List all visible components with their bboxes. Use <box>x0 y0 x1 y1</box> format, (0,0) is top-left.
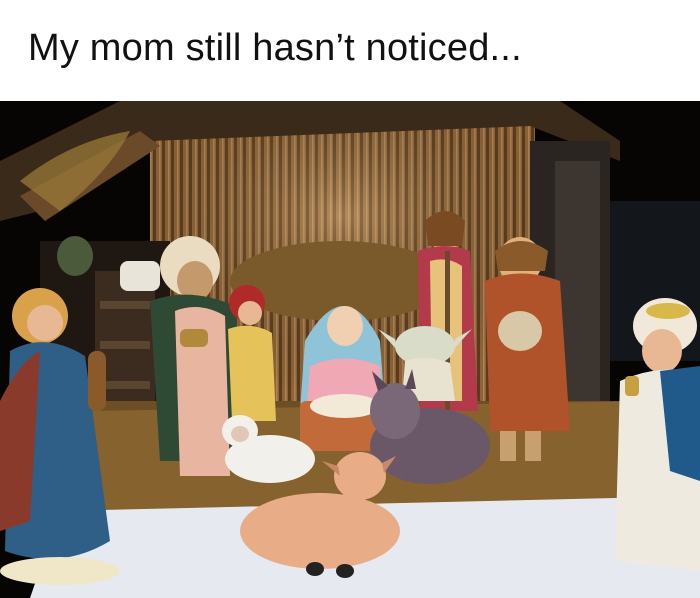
meme-caption: My mom still hasn’t noticed... <box>28 27 522 69</box>
caption-bar: My mom still hasn’t noticed... <box>0 0 700 101</box>
nativity-photo <box>0 101 700 598</box>
nativity-scene-illustration <box>0 101 700 598</box>
